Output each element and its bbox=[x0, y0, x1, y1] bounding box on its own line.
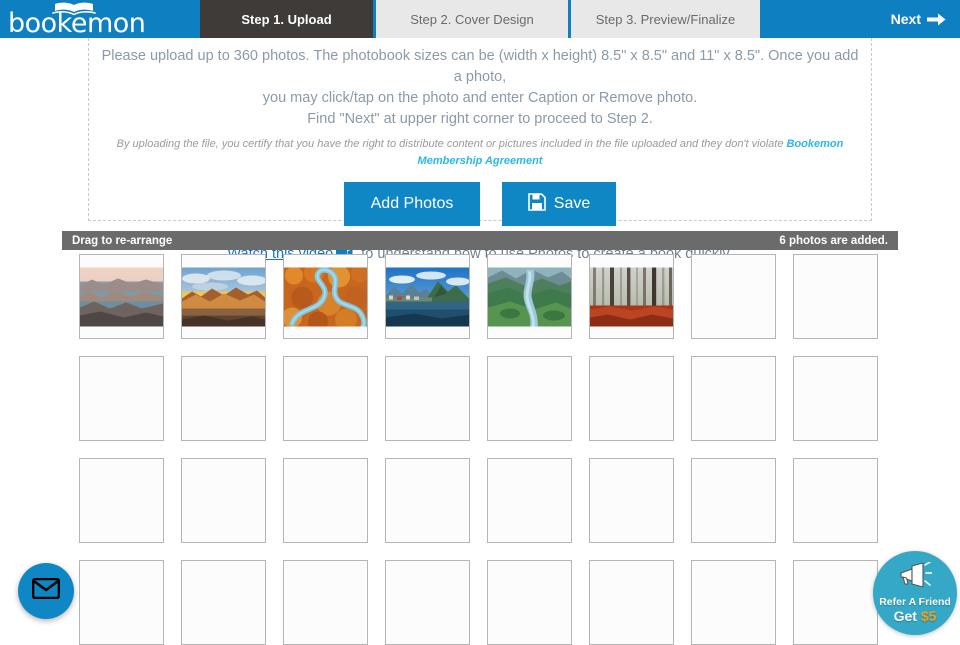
photo-cell-empty[interactable] bbox=[589, 560, 674, 645]
photo-cell-empty[interactable] bbox=[181, 560, 266, 645]
tab-step-2-cover-design[interactable]: Step 2. Cover Design bbox=[376, 0, 571, 38]
photo-cell-empty[interactable] bbox=[691, 356, 776, 441]
photo-cell-empty[interactable] bbox=[691, 458, 776, 543]
photo-cell[interactable] bbox=[487, 254, 572, 339]
open-book-icon bbox=[52, 2, 96, 16]
green-valley-river-aerial bbox=[488, 267, 571, 326]
upload-action-buttons: Add Photos Save bbox=[89, 182, 871, 226]
instruction-line-2: you may click/tap on the photo and enter… bbox=[262, 90, 698, 106]
tab-step-3-preview-finalize[interactable]: Step 3. Preview/Finalize bbox=[571, 0, 763, 38]
next-label: Next bbox=[890, 11, 921, 27]
upload-disclaimer: By uploading the file, you certify that … bbox=[89, 136, 871, 170]
photo-cell-empty[interactable] bbox=[793, 254, 878, 339]
photo-cell-empty[interactable] bbox=[283, 560, 368, 645]
app-header: bookemon Step 1. Upload Step 2. Cover De… bbox=[0, 0, 960, 38]
tab-label: Step 1. Upload bbox=[241, 11, 332, 27]
photo-cell-empty[interactable] bbox=[691, 560, 776, 645]
step-tabs: Step 1. Upload Step 2. Cover Design Step… bbox=[200, 0, 763, 38]
photo-cell-empty[interactable] bbox=[283, 356, 368, 441]
brand-name: bookemon bbox=[8, 8, 146, 39]
photo-cell-empty[interactable] bbox=[79, 458, 164, 543]
photo-cell-empty[interactable] bbox=[79, 560, 164, 645]
save-button[interactable]: Save bbox=[502, 182, 616, 226]
add-photos-button[interactable]: Add Photos bbox=[344, 182, 480, 226]
photo-cell-empty[interactable] bbox=[487, 356, 572, 441]
floppy-disk-icon bbox=[527, 192, 546, 216]
lofoten-village-fjord-blue-sky bbox=[386, 267, 469, 326]
photo-cell-empty[interactable] bbox=[385, 560, 470, 645]
photo-cell-empty[interactable] bbox=[385, 458, 470, 543]
disclaimer-text: By uploading the file, you certify that … bbox=[116, 138, 787, 150]
photo-cell-empty[interactable] bbox=[793, 458, 878, 543]
photo-cell[interactable] bbox=[181, 254, 266, 339]
photo-cell-empty[interactable] bbox=[283, 458, 368, 543]
brand-logo[interactable]: bookemon bbox=[0, 0, 200, 38]
envelope-icon bbox=[31, 577, 61, 604]
photo-cell-empty[interactable] bbox=[793, 560, 878, 645]
refer-a-friend-badge[interactable]: Refer A Friend Get $5 bbox=[873, 551, 957, 635]
tab-label: Step 2. Cover Design bbox=[410, 11, 534, 27]
add-photos-label: Add Photos bbox=[370, 195, 454, 212]
next-button[interactable]: Next bbox=[763, 0, 960, 38]
photo-cell[interactable] bbox=[79, 254, 164, 339]
contact-mail-button[interactable] bbox=[18, 563, 74, 619]
photo-cell[interactable] bbox=[385, 254, 470, 339]
drag-rearrange-bar: Drag to re-arrange 6 photos are added. bbox=[62, 231, 898, 250]
megaphone-icon bbox=[898, 561, 933, 593]
refer-title: Refer A Friend bbox=[879, 596, 951, 608]
aerial-winding-river-autumn bbox=[284, 267, 367, 326]
photo-cell-empty[interactable] bbox=[793, 356, 878, 441]
photo-cell-empty[interactable] bbox=[79, 356, 164, 441]
photo-cell-empty[interactable] bbox=[181, 458, 266, 543]
tab-step-1-upload[interactable]: Step 1. Upload bbox=[200, 0, 376, 38]
refer-amount-label: $5 bbox=[920, 608, 937, 624]
photo-cell-empty[interactable] bbox=[487, 560, 572, 645]
photo-cell-empty[interactable] bbox=[589, 356, 674, 441]
photo-cell[interactable] bbox=[283, 254, 368, 339]
photo-count-label: 6 photos are added. bbox=[779, 234, 888, 247]
tab-label: Step 3. Preview/Finalize bbox=[595, 11, 736, 27]
photo-cell-empty[interactable] bbox=[691, 254, 776, 339]
save-label: Save bbox=[553, 195, 591, 212]
photo-cell-empty[interactable] bbox=[589, 458, 674, 543]
photo-cell-empty[interactable] bbox=[487, 458, 572, 543]
photo-cell-empty[interactable] bbox=[181, 356, 266, 441]
instruction-line-3: Find "Next" at upper right corner to pro… bbox=[307, 111, 653, 127]
photo-cell[interactable] bbox=[589, 254, 674, 339]
refer-get-label: Get bbox=[893, 608, 921, 624]
upload-panel: Please upload up to 360 photos. The phot… bbox=[88, 38, 872, 262]
photo-cell-empty[interactable] bbox=[385, 356, 470, 441]
photo-grid bbox=[79, 254, 939, 645]
refer-offer: Get $5 bbox=[894, 608, 937, 624]
arrow-right-icon bbox=[927, 12, 946, 27]
instruction-line-1: Please upload up to 360 photos. The phot… bbox=[101, 48, 859, 85]
drag-hint-label: Drag to re-arrange bbox=[72, 234, 173, 247]
autumn-forest-red-leaves-fog bbox=[590, 267, 673, 326]
lake-powell-canyon-sunset bbox=[80, 267, 163, 326]
golden-mountain-range-clouds bbox=[182, 267, 265, 326]
